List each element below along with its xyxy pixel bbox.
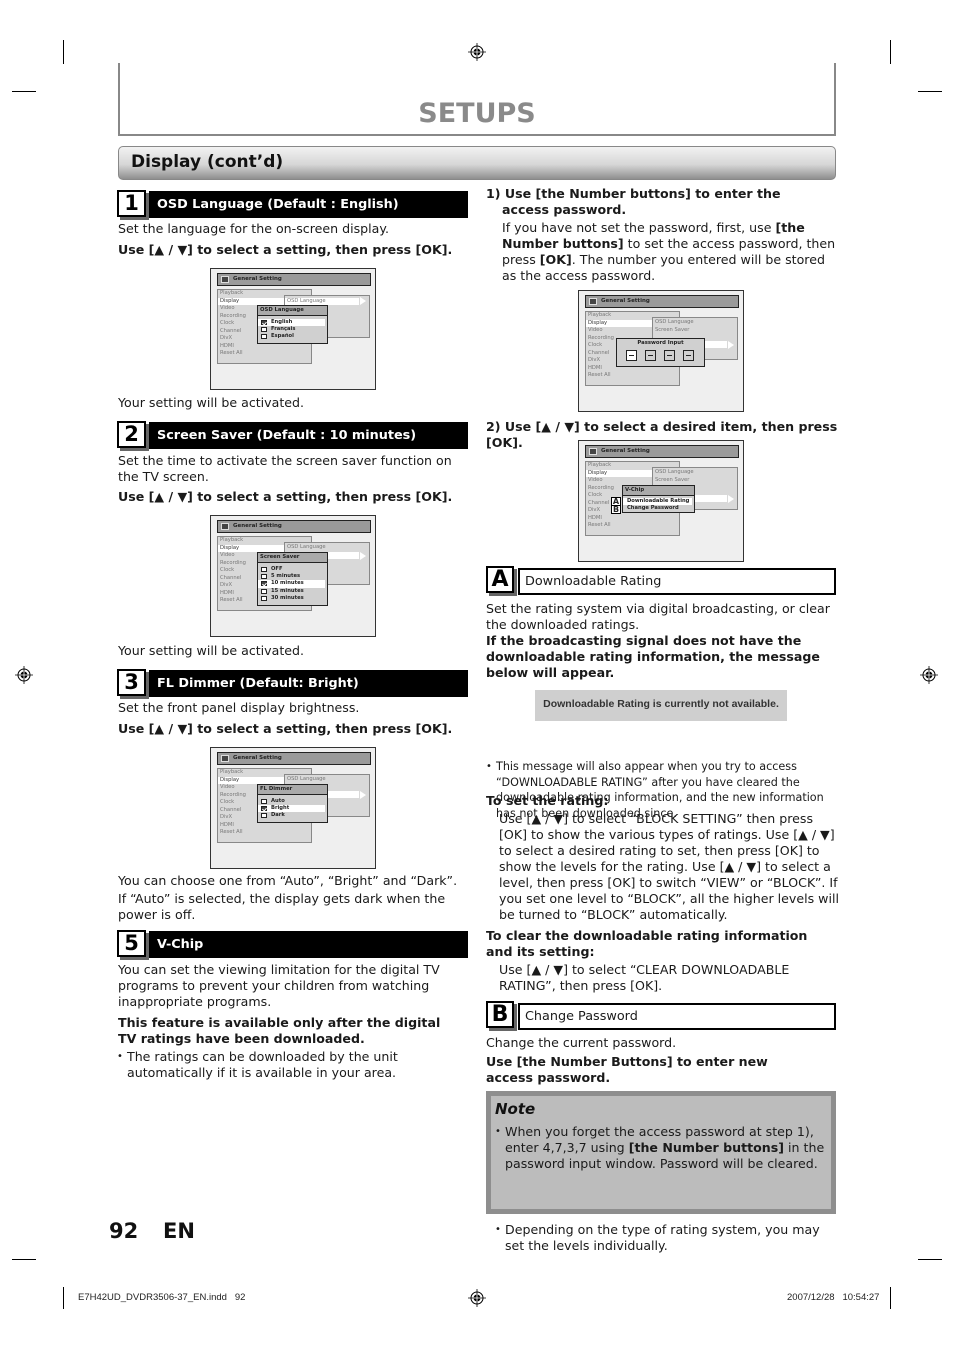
step-result: Your setting will be activated. (118, 643, 305, 658)
step-result: Your setting will be activated. (118, 395, 305, 410)
step-description: You can set the viewing limitation for t… (118, 962, 440, 1009)
note-box: Note When you forget the access password… (486, 1091, 836, 1253)
section-letter: B (486, 1001, 514, 1028)
checkbox-checked-icon (261, 806, 267, 812)
section-letter: A (486, 566, 514, 593)
arrow-right-icon (728, 495, 734, 503)
password-digit-field[interactable] (645, 350, 656, 361)
password-digit-field[interactable] (683, 350, 694, 361)
step-description: Set the language for the on-screen displ… (118, 221, 390, 236)
osd-screen-password: General Setting Playback Display Video Reco… (578, 290, 744, 412)
checkbox-icon (261, 334, 267, 340)
osd-screen-vchip: General Setting Playback Display Video Reco… (578, 440, 744, 562)
step-heading: FL Dimmer (Default: Bright) (149, 670, 468, 697)
osd-window-title: General Setting (585, 445, 739, 458)
step-bullet: The ratings can be downloaded by the uni… (114, 1049, 404, 1081)
step-result: You can choose one from “Auto”, “Bright”… (118, 873, 458, 888)
step-heading: OSD Language (Default : English) (149, 191, 468, 218)
arrow-right-icon (360, 552, 366, 560)
wrench-icon (589, 448, 597, 455)
checkbox-icon (261, 327, 267, 333)
osd-screen-screensaver: General Setting Playback Display Video Reco… (210, 515, 376, 637)
checkbox-icon (261, 574, 267, 580)
unavailable-message: Downloadable Rating is currently not ava… (535, 690, 787, 721)
osd-screen-fl-dimmer: General Setting Playback Display Video Reco… (210, 747, 376, 869)
step-bold-note: This feature is available only after the… (118, 1015, 441, 1046)
section-description: Change the current password. (486, 1035, 677, 1050)
step-number: 2 (117, 421, 146, 448)
page-language: EN (163, 1219, 195, 1243)
vchip-step1-body: If you have not set the password, first,… (502, 220, 836, 283)
wrench-icon (221, 523, 229, 530)
step-number: 5 (117, 930, 146, 957)
step-number: 1 (117, 190, 146, 217)
osd-popup: FL Dimmer Auto Bright Dark (257, 784, 328, 823)
osd-screen-language: General Setting Playback Display Video Reco… (210, 268, 376, 390)
vchip-step1-title: 1) Use [the Number buttons] to enter the… (486, 186, 781, 217)
section-description: Set the rating system via digital broadc… (486, 601, 830, 632)
registration-mark-icon (468, 43, 486, 61)
crop-mark (890, 40, 891, 64)
crop-mark (12, 1259, 36, 1260)
section-heading: Downloadable Rating (518, 568, 836, 595)
step-description: Set the front panel display brightness. (118, 700, 360, 715)
arrow-right-icon (728, 341, 734, 349)
step-number: 3 (117, 669, 146, 696)
note-title: Note (495, 1100, 536, 1118)
registration-mark-icon (15, 666, 33, 684)
page-number: 92 (109, 1219, 139, 1243)
osd-window-title: General Setting (217, 520, 371, 533)
step-instruction: Use [▲ / ▼] to select a setting, then pr… (118, 242, 453, 257)
section-title-bar: Display (cont’d) (118, 146, 836, 180)
osd-popup: OSD Language English Français Español (257, 305, 328, 344)
wrench-icon (221, 755, 229, 762)
step-result: If “Auto” is selected, the display gets … (118, 891, 446, 922)
osd-popup: Screen Saver OFF 5 minutes 10 minutes 15… (257, 552, 328, 606)
checkbox-icon (261, 567, 267, 572)
step-instruction: Use [▲ / ▼] to select a setting, then pr… (118, 721, 453, 736)
checkbox-icon (261, 595, 267, 601)
checkbox-icon (261, 813, 267, 819)
step-heading: Screen Saver (Default : 10 minutes) (149, 422, 468, 449)
registration-mark-icon (920, 666, 938, 684)
page-title: SETUPS (418, 98, 536, 129)
checkbox-icon (261, 799, 267, 804)
checkbox-checked-icon (261, 320, 267, 325)
crop-mark (12, 91, 36, 92)
password-digit-field[interactable] (664, 350, 675, 361)
note-item: When you forget the access password at s… (492, 1124, 827, 1172)
password-input-popup: Password Input (616, 338, 705, 367)
set-rating-heading: To set the rating: (486, 793, 609, 808)
arrow-right-icon (360, 297, 366, 305)
footer-filename: E7H42UD_DVDR3506-37_EN.indd 92 (78, 1292, 246, 1303)
clear-rating-heading: To clear the downloadable rating informa… (486, 928, 808, 959)
crop-mark (63, 40, 64, 64)
clear-rating-body: Use [▲ / ▼] to select “CLEAR DOWNLOADABL… (499, 962, 790, 993)
crop-mark (63, 1287, 64, 1309)
set-rating-body: Use [▲ / ▼] to select “BLOCK SETTING” th… (499, 811, 839, 922)
section-bold-text: If the broadcasting signal does not have… (486, 633, 820, 680)
crop-mark (918, 1259, 942, 1260)
note-item: Depending on the type of rating system, … (492, 1222, 827, 1254)
wrench-icon (221, 276, 229, 283)
registration-mark-icon (468, 1289, 486, 1307)
checkbox-checked-icon (261, 581, 267, 587)
osd-window-title: General Setting (585, 295, 739, 308)
wrench-icon (589, 298, 597, 305)
step-instruction: Use [▲ / ▼] to select a setting, then pr… (118, 489, 453, 504)
arrow-right-icon (360, 791, 366, 799)
checkbox-icon (261, 588, 267, 594)
step-description: Set the time to activate the screen save… (118, 453, 452, 484)
password-digit-field[interactable] (626, 350, 637, 361)
section-bold-text: Use [the Number Buttons] to enter new ac… (486, 1054, 768, 1085)
crop-mark (890, 1287, 891, 1309)
section-title: Display (cont’d) (131, 152, 284, 172)
osd-window-title: General Setting (217, 752, 371, 765)
osd-window-title: General Setting (217, 273, 371, 286)
section-heading: Change Password (518, 1003, 836, 1030)
vchip-popup: V-Chip A Downloadable Rating B Change Pass… (611, 485, 695, 515)
footer-timestamp: 2007/12/28 10:54:27 (787, 1292, 880, 1303)
crop-mark (918, 91, 942, 92)
step-heading: V-Chip (149, 931, 468, 958)
